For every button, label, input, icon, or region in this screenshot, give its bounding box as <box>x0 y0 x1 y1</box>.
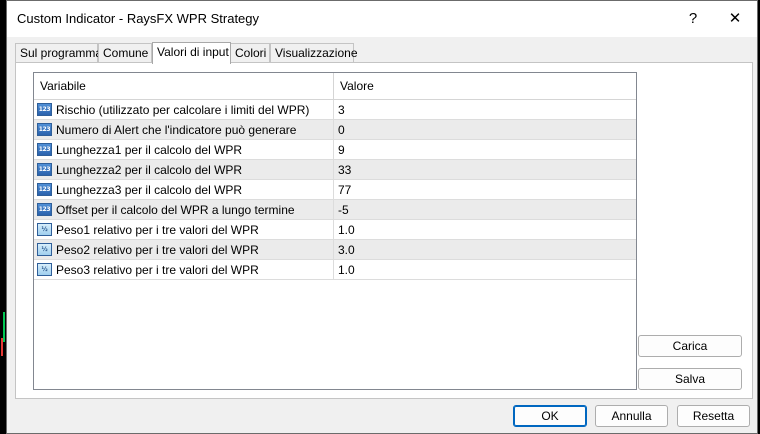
variable-name: Peso3 relativo per i tre valori del WPR <box>56 263 259 277</box>
tab-colors[interactable]: Colori <box>230 43 270 62</box>
help-button[interactable]: ? <box>675 6 711 32</box>
tab-bar: Sul programma Comune Valori di input Col… <box>15 42 753 64</box>
double-icon: ½ <box>37 223 52 236</box>
table-row[interactable]: 123 Lunghezza3 per il calcolo del WPR 77 <box>34 180 636 200</box>
reset-button[interactable]: Resetta <box>677 405 750 427</box>
inputs-panel: Variabile Valore 123 Rischio (utilizzato… <box>15 62 753 399</box>
integer-icon: 123 <box>37 123 52 136</box>
column-header-variable[interactable]: Variabile <box>34 73 334 99</box>
table-row[interactable]: ½ Peso1 relativo per i tre valori del WP… <box>34 220 636 240</box>
tab-inputs[interactable]: Valori di input <box>152 42 231 64</box>
table-row[interactable]: 123 Rischio (utilizzato per calcolare i … <box>34 100 636 120</box>
variable-cell[interactable]: 123 Lunghezza1 per il calcolo del WPR <box>34 140 334 160</box>
value-cell[interactable]: 0 <box>334 120 636 140</box>
cancel-button[interactable]: Annulla <box>595 405 668 427</box>
table-row[interactable]: 123 Offset per il calcolo del WPR a lung… <box>34 200 636 220</box>
double-icon: ½ <box>37 243 52 256</box>
value-cell[interactable]: 77 <box>334 180 636 200</box>
window-title: Custom Indicator - RaysFX WPR Strategy <box>17 11 260 26</box>
chart-candle-green <box>3 312 5 342</box>
inputs-grid: Variabile Valore 123 Rischio (utilizzato… <box>33 72 637 390</box>
value-cell[interactable]: 3 <box>334 100 636 120</box>
variable-cell[interactable]: 123 Numero di Alert che l'indicatore può… <box>34 120 334 140</box>
value-cell[interactable]: 3.0 <box>334 240 636 260</box>
grid-header: Variabile Valore <box>34 73 636 100</box>
variable-name: Lunghezza2 per il calcolo del WPR <box>56 163 243 177</box>
variable-name: Peso2 relativo per i tre valori del WPR <box>56 243 259 257</box>
value-cell[interactable]: 9 <box>334 140 636 160</box>
double-icon: ½ <box>37 263 52 276</box>
integer-icon: 123 <box>37 203 52 216</box>
variable-name: Lunghezza1 per il calcolo del WPR <box>56 143 243 157</box>
variable-cell[interactable]: 123 Lunghezza2 per il calcolo del WPR <box>34 160 334 180</box>
custom-indicator-dialog: Custom Indicator - RaysFX WPR Strategy ?… <box>6 0 758 434</box>
table-row[interactable]: 123 Numero di Alert che l'indicatore può… <box>34 120 636 140</box>
variable-name: Lunghezza3 per il calcolo del WPR <box>56 183 243 197</box>
tab-visualization[interactable]: Visualizzazione <box>270 43 358 62</box>
variable-name: Numero di Alert che l'indicatore può gen… <box>56 123 297 137</box>
close-button[interactable]: ✕ <box>717 6 753 32</box>
title-bar: Custom Indicator - RaysFX WPR Strategy ?… <box>7 1 757 37</box>
variable-name: Offset per il calcolo del WPR a lungo te… <box>56 203 295 217</box>
column-header-value[interactable]: Valore <box>334 73 636 99</box>
table-row[interactable]: 123 Lunghezza2 per il calcolo del WPR 33 <box>34 160 636 180</box>
variable-cell[interactable]: ½ Peso3 relativo per i tre valori del WP… <box>34 260 334 280</box>
integer-icon: 123 <box>37 163 52 176</box>
value-cell[interactable]: 33 <box>334 160 636 180</box>
variable-cell[interactable]: 123 Rischio (utilizzato per calcolare i … <box>34 100 334 120</box>
table-row[interactable]: ½ Peso3 relativo per i tre valori del WP… <box>34 260 636 280</box>
variable-cell[interactable]: 123 Lunghezza3 per il calcolo del WPR <box>34 180 334 200</box>
load-button[interactable]: Carica <box>638 335 742 357</box>
integer-icon: 123 <box>37 183 52 196</box>
variable-name: Rischio (utilizzato per calcolare i limi… <box>56 103 310 117</box>
integer-icon: 123 <box>37 103 52 116</box>
value-cell[interactable]: 1.0 <box>334 220 636 240</box>
table-row[interactable]: 123 Lunghezza1 per il calcolo del WPR 9 <box>34 140 636 160</box>
value-cell[interactable]: 1.0 <box>334 260 636 280</box>
save-button[interactable]: Salva <box>638 368 742 390</box>
variable-cell[interactable]: 123 Offset per il calcolo del WPR a lung… <box>34 200 334 220</box>
ok-button[interactable]: OK <box>513 405 587 427</box>
value-cell[interactable]: -5 <box>334 200 636 220</box>
variable-name: Peso1 relativo per i tre valori del WPR <box>56 223 259 237</box>
integer-icon: 123 <box>37 143 52 156</box>
tab-common[interactable]: Comune <box>98 43 152 62</box>
table-row[interactable]: ½ Peso2 relativo per i tre valori del WP… <box>34 240 636 260</box>
chart-candle-red <box>1 338 3 356</box>
tab-about[interactable]: Sul programma <box>15 43 102 62</box>
variable-cell[interactable]: ½ Peso1 relativo per i tre valori del WP… <box>34 220 334 240</box>
variable-cell[interactable]: ½ Peso2 relativo per i tre valori del WP… <box>34 240 334 260</box>
